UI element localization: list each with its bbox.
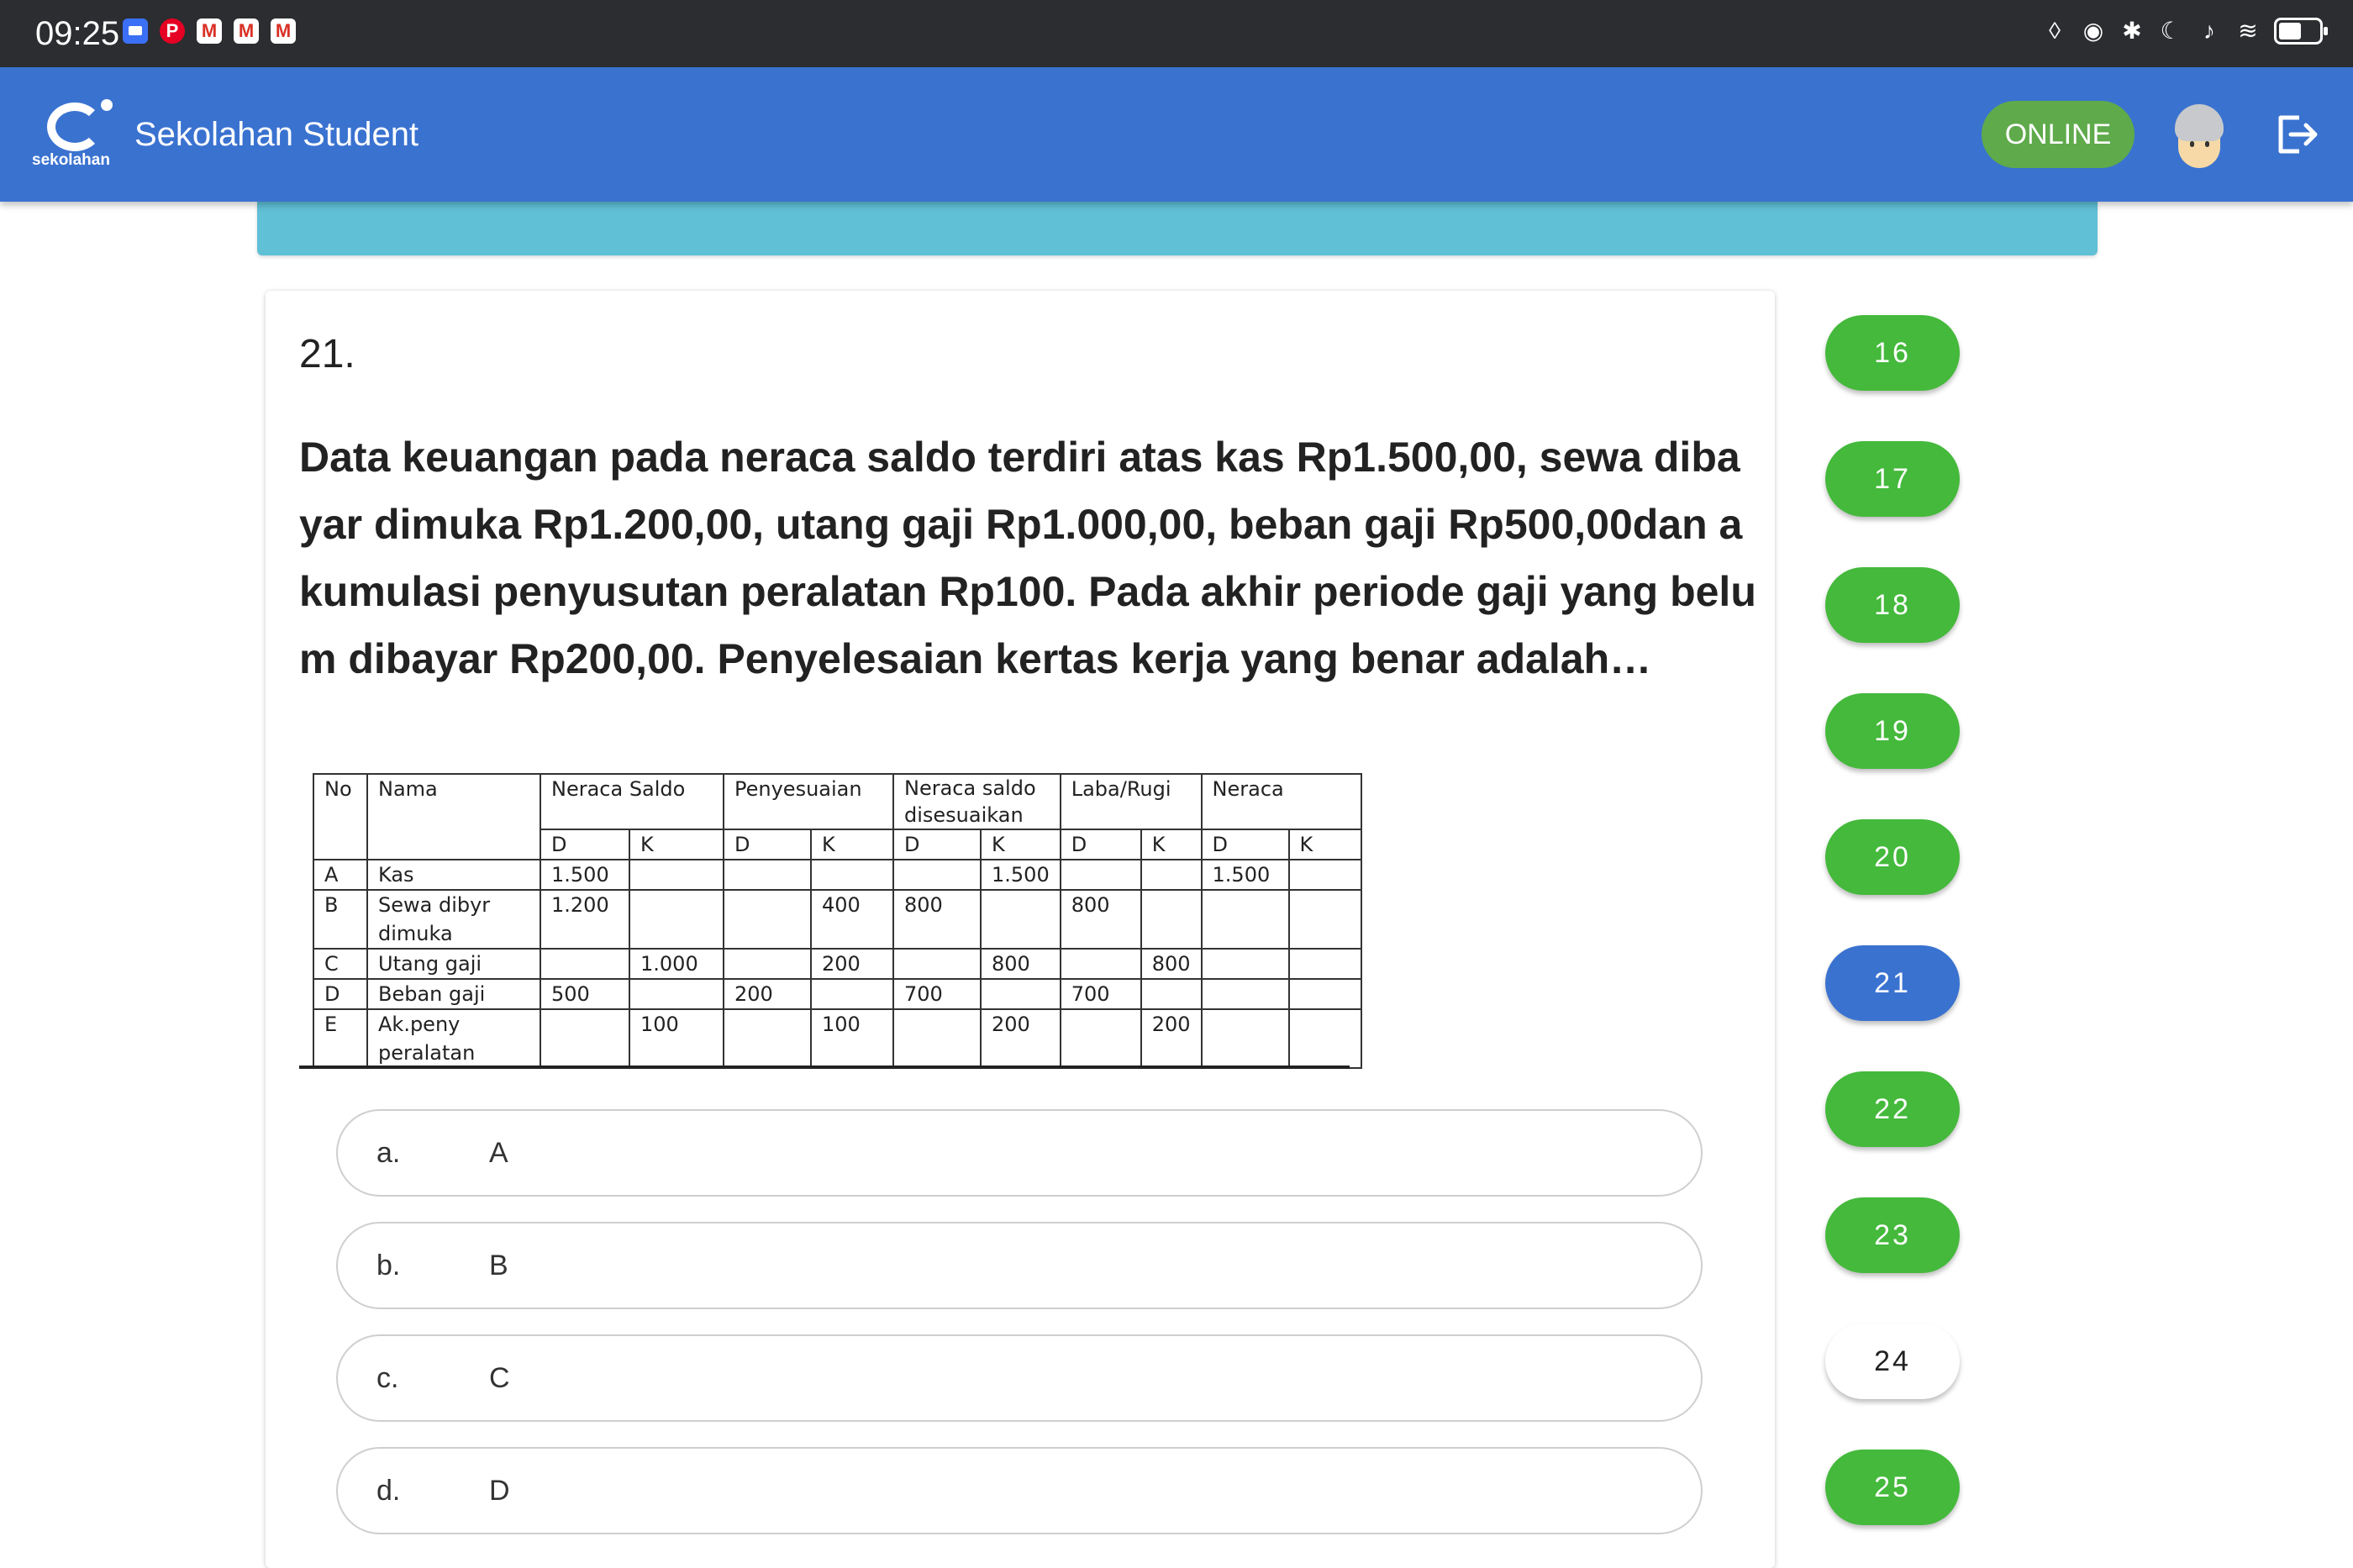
table-header: Nama — [366, 773, 541, 860]
app-bar: sekolahan Sekolahan Student ONLINE — [0, 67, 2353, 202]
table-subheader: K — [810, 829, 894, 860]
table-header: Laba/Rugi — [1059, 773, 1203, 830]
table-subheader: D — [1200, 829, 1290, 860]
option-c[interactable]: c. C — [336, 1334, 1703, 1422]
nfc-icon: ◊ — [2049, 18, 2061, 44]
option-letter: b. — [376, 1250, 401, 1281]
logo-mark-icon — [47, 103, 103, 151]
table-header: Neraca Saldo — [540, 773, 724, 830]
question-nav-18[interactable]: 18 — [1825, 567, 1960, 643]
table-row: C Utang gaji 1.000 200 800 800 — [313, 948, 1362, 980]
table-row: A Kas 1.500 1.500 1.500 — [313, 859, 1362, 891]
logout-icon[interactable] — [2274, 113, 2319, 156]
table-subheader: D — [540, 829, 630, 860]
table-subheader: K — [1287, 829, 1362, 860]
table-bottom-rule — [299, 1066, 1350, 1069]
question-nav-16[interactable]: 16 — [1825, 315, 1960, 391]
question-nav-22[interactable]: 22 — [1825, 1071, 1960, 1147]
status-bar: 09:25 P M M M ◊ ◉ ✱ ☾ ♪ ≋ — [0, 0, 2353, 67]
option-text: D — [489, 1475, 510, 1507]
worksheet-table: No Nama Neraca Saldo Penyesuaian Neraca … — [313, 773, 1362, 1069]
gmail-icon: M — [271, 18, 296, 44]
question-nav-21[interactable]: 21 — [1825, 945, 1960, 1021]
table-subheader: D — [723, 829, 812, 860]
table-subheader: D — [1059, 829, 1142, 860]
eye-icon: ◉ — [2082, 18, 2104, 44]
table-subheader: D — [892, 829, 982, 860]
option-text: B — [489, 1250, 508, 1281]
gmail-icon: M — [197, 18, 222, 44]
status-time: 09:25 — [35, 15, 120, 52]
option-letter: d. — [376, 1475, 401, 1507]
online-status-badge: ONLINE — [1982, 101, 2135, 168]
table-row: D Beban gaji 500 200 700 700 — [313, 978, 1362, 1010]
app-title: Sekolahan Student — [134, 116, 419, 153]
wifi-icon: ≋ — [2238, 18, 2258, 44]
notification-icons: P M M M — [123, 18, 296, 44]
system-icons: ◊ ◉ ✱ ☾ ♪ ≋ — [2042, 17, 2328, 45]
table-subheader: K — [629, 829, 724, 860]
sekolahan-logo[interactable]: sekolahan — [32, 99, 121, 170]
question-nav-19[interactable]: 19 — [1825, 693, 1960, 769]
option-text: C — [489, 1362, 510, 1394]
question-nav-17[interactable]: 17 — [1825, 441, 1960, 517]
bluetooth-icon: ✱ — [2122, 18, 2142, 44]
table-header: Neraca — [1200, 773, 1362, 830]
table-row: B Sewa dibyr dimuka 1.200 400 800 800 — [313, 889, 1362, 950]
table-row: E Ak.peny peralatan 100 100 200 200 — [313, 1008, 1362, 1069]
option-letter: c. — [376, 1362, 399, 1394]
question-nav-23[interactable]: 23 — [1825, 1197, 1960, 1273]
message-icon — [123, 18, 148, 44]
gmail-icon: M — [234, 18, 259, 44]
question-text: Data keuangan pada neraca saldo terdiri … — [299, 434, 1756, 682]
moon-icon: ☾ — [2160, 18, 2182, 44]
option-b[interactable]: b. B — [336, 1222, 1703, 1309]
question-nav-20[interactable]: 20 — [1825, 819, 1960, 895]
bell-off-icon: ♪ — [2203, 18, 2215, 44]
avatar[interactable] — [2170, 104, 2229, 171]
question-nav-24[interactable]: 24 — [1825, 1323, 1960, 1399]
option-text: A — [489, 1137, 508, 1169]
table-header: Neraca saldo disesuaikan — [892, 773, 1061, 830]
pinterest-icon: P — [160, 18, 185, 44]
option-a[interactable]: a. A — [336, 1109, 1703, 1197]
question-number: 21. — [299, 332, 355, 376]
battery-icon — [2274, 18, 2328, 45]
option-letter: a. — [376, 1137, 401, 1169]
table-header: No — [313, 773, 368, 860]
header-banner — [257, 202, 2098, 255]
table-header: Penyesuaian — [723, 773, 894, 830]
option-d[interactable]: d. D — [336, 1447, 1703, 1534]
table-subheader: K — [980, 829, 1061, 860]
question-nav-25[interactable]: 25 — [1825, 1450, 1960, 1525]
logo-text: sekolahan — [32, 151, 110, 169]
table-subheader: K — [1140, 829, 1203, 860]
question-card: 21. Data keuangan pada neraca saldo terd… — [266, 291, 1775, 1568]
